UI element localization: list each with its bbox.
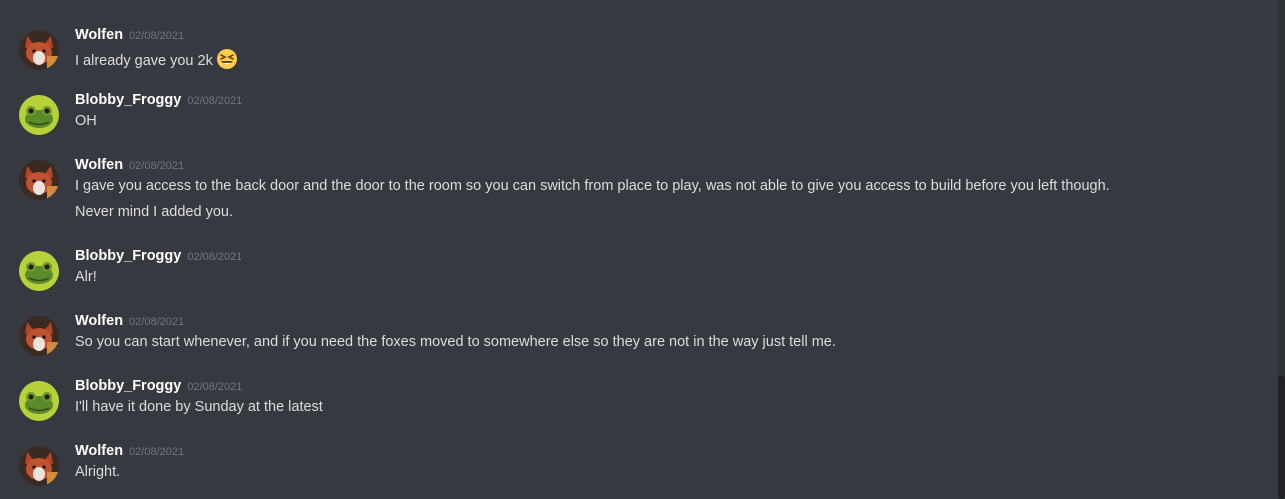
frog-avatar[interactable] (19, 251, 59, 291)
username[interactable]: Blobby_Froggy (75, 92, 181, 108)
timestamp[interactable]: 02/08/2021 (129, 446, 184, 458)
message-content: I'll have it done by Sunday at the lates… (75, 399, 323, 415)
message-content: So you can start whenever, and if you ne… (75, 334, 836, 350)
timestamp[interactable]: 02/08/2021 (129, 160, 184, 172)
message-header: Blobby_Froggy 02/08/2021 (75, 377, 242, 395)
fox-avatar[interactable] (19, 316, 59, 356)
message-content: I gave you access to the back door and t… (75, 178, 1110, 194)
timestamp[interactable]: 02/08/2021 (129, 30, 184, 42)
timestamp[interactable]: 02/08/2021 (187, 95, 242, 107)
message-header: Blobby_Froggy 02/08/2021 (75, 247, 242, 265)
username[interactable]: Wolfen (75, 443, 123, 459)
message-content: OH (75, 113, 97, 129)
username[interactable]: Wolfen (75, 313, 123, 329)
message-content: Alright. (75, 464, 121, 480)
scrollbar-thumb[interactable] (1278, 376, 1285, 499)
message-content: I already gave you 2k (75, 53, 213, 69)
message-header: Wolfen 02/08/2021 (75, 312, 184, 330)
timestamp[interactable]: 02/08/2021 (187, 251, 242, 263)
message-text: I already gave you 2k (75, 48, 238, 74)
username[interactable]: Wolfen (75, 27, 123, 43)
username[interactable]: Blobby_Froggy (75, 248, 181, 264)
laughing-emoji-icon[interactable] (216, 48, 238, 74)
timestamp[interactable]: 02/08/2021 (129, 316, 184, 328)
chat-message-list: Wolfen 02/08/2021 I already gave you 2k B… (0, 0, 1285, 499)
fox-avatar[interactable] (19, 160, 59, 200)
message-header: Wolfen 02/08/2021 (75, 26, 184, 44)
fox-avatar[interactable] (19, 446, 59, 486)
message-header: Wolfen 02/08/2021 (75, 156, 184, 174)
fox-avatar[interactable] (19, 30, 59, 70)
frog-avatar[interactable] (19, 381, 59, 421)
timestamp[interactable]: 02/08/2021 (187, 381, 242, 393)
message-header: Wolfen 02/08/2021 (75, 442, 184, 460)
message-content: Alr! (75, 269, 97, 285)
message-content: Never mind I added you. (75, 204, 233, 220)
frog-avatar[interactable] (19, 95, 59, 135)
username[interactable]: Wolfen (75, 157, 123, 173)
message-header: Blobby_Froggy 02/08/2021 (75, 91, 242, 109)
username[interactable]: Blobby_Froggy (75, 378, 181, 394)
